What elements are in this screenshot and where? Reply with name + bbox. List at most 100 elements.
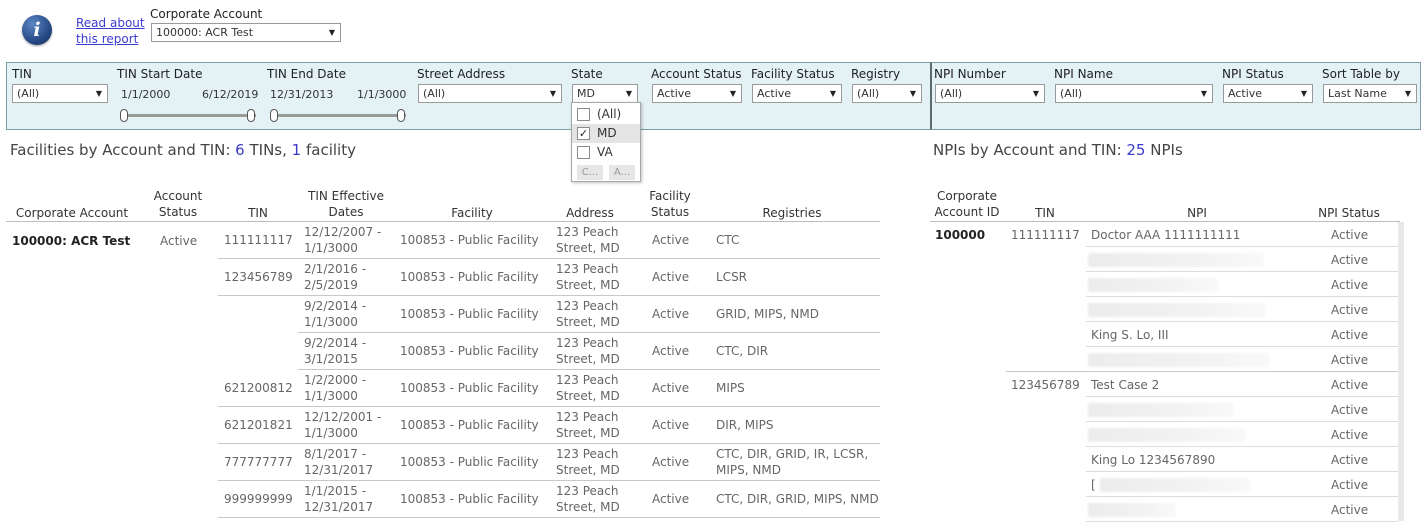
col-registries[interactable]: Registries <box>716 205 868 221</box>
checkbox-icon[interactable] <box>577 108 590 121</box>
state-option-all[interactable]: (All) <box>572 105 640 124</box>
corporate-account-select[interactable]: 100000: ACR Test ▼ <box>151 23 341 42</box>
facility-count: 1 <box>291 141 302 159</box>
redacted-npi <box>1088 428 1246 442</box>
tin-filter-value: (All) <box>17 87 40 100</box>
npi-status: Active <box>1331 228 1369 242</box>
facility-date-end: 2/5/2019 <box>304 278 358 292</box>
tin-end-slider-track[interactable] <box>274 114 406 117</box>
npi-name-select[interactable]: (All) ▼ <box>1055 84 1213 103</box>
npi-tin: 123456789 <box>1011 378 1080 392</box>
facility-registries-cont: MIPS, NMD <box>716 463 781 477</box>
street-address-select[interactable]: (All) ▼ <box>418 84 562 103</box>
col-address[interactable]: Address <box>556 205 624 221</box>
row-divider <box>1086 396 1398 397</box>
state-dropdown-button-1[interactable]: C... <box>577 165 603 180</box>
chevron-down-icon: ▼ <box>549 89 556 98</box>
facility-address-line2: Street, MD <box>556 278 620 292</box>
row-divider <box>1086 246 1398 247</box>
col-facility[interactable]: Facility <box>400 205 544 221</box>
npis-scrollbar[interactable] <box>1398 222 1404 521</box>
chevron-down-icon: ▼ <box>729 89 736 98</box>
state-select[interactable]: MD ▼ <box>572 84 638 103</box>
col-npi-tin[interactable]: TIN <box>1010 205 1080 221</box>
redacted-npi <box>1088 278 1218 292</box>
chevron-down-icon: ▼ <box>829 89 836 98</box>
checkmark-icon[interactable]: ✓ <box>577 127 590 140</box>
npi-status: Active <box>1331 478 1369 492</box>
facility-registries: CTC, DIR, GRID, MIPS, NMD <box>716 492 879 506</box>
chevron-down-icon: ▼ <box>1200 89 1207 98</box>
account-status-label: Account Status <box>651 67 742 81</box>
tin-end-slider-min-handle[interactable] <box>270 109 278 122</box>
npi-number-select[interactable]: (All) ▼ <box>935 84 1045 103</box>
sort-table-select[interactable]: Last Name ▼ <box>1323 84 1417 103</box>
facility-tin: 621201821 <box>224 418 293 432</box>
registry-select[interactable]: (All) ▼ <box>852 84 922 103</box>
state-dropdown-button-2[interactable]: A... <box>609 165 635 180</box>
info-icon[interactable]: i <box>22 15 52 45</box>
street-address-value: (All) <box>423 87 446 100</box>
facility-tin: 999999999 <box>224 492 293 506</box>
npi-status-select[interactable]: Active ▼ <box>1223 84 1313 103</box>
tin-start-slider-min-handle[interactable] <box>120 109 128 122</box>
facility-name: 100853 - Public Facility <box>400 381 539 395</box>
state-option-va[interactable]: VA <box>572 143 640 162</box>
col-corporate-account[interactable]: Corporate Account <box>10 205 134 221</box>
read-about-report-link[interactable]: Read about this report <box>76 15 146 47</box>
facility-address-line2: Street, MD <box>556 352 620 366</box>
npi-number-label: NPI Number <box>934 67 1006 81</box>
sort-table-value: Last Name <box>1328 87 1387 100</box>
facility-date-start: 9/2/2014 - <box>304 336 367 350</box>
tin-filter-select[interactable]: (All) ▼ <box>12 84 108 103</box>
facility-date-start: 2/1/2016 - <box>304 262 367 276</box>
npi-name: King S. Lo, III <box>1091 328 1169 342</box>
tin-end-date-label: TIN End Date <box>267 67 346 81</box>
street-address-label: Street Address <box>417 67 506 81</box>
registry-label: Registry <box>851 67 901 81</box>
facility-tin: 621200812 <box>224 381 293 395</box>
row-divider <box>298 369 880 370</box>
checkbox-icon[interactable] <box>577 146 590 159</box>
facility-status-select[interactable]: Active ▼ <box>752 84 842 103</box>
npi-name: Doctor AAA 1111111111 <box>1091 228 1241 242</box>
tin-start-slider-track[interactable] <box>124 114 256 117</box>
account-status-select[interactable]: Active ▼ <box>652 84 742 103</box>
facility-registries: MIPS <box>716 381 745 395</box>
tin-count: 6 <box>235 141 245 159</box>
npi-status-value: Active <box>1228 87 1263 100</box>
facility-registries: GRID, MIPS, NMD <box>716 307 819 321</box>
row-divider <box>1086 471 1398 472</box>
col-corporate-account-id[interactable]: Corporate Account ID <box>932 188 1002 220</box>
state-option-md[interactable]: ✓ MD <box>572 124 640 143</box>
chevron-down-icon: ▼ <box>909 89 916 98</box>
col-tin-effective-dates[interactable]: TIN Effective Dates <box>300 188 392 220</box>
facility-address-line1: 123 Peach <box>556 484 619 498</box>
col-facility-status[interactable]: Facility Status <box>642 188 698 220</box>
facility-date-end: 3/1/2015 <box>304 352 358 366</box>
facility-address-line2: Street, MD <box>556 463 620 477</box>
row-divider <box>1086 346 1398 347</box>
tin-end-slider-max-handle[interactable] <box>397 109 405 122</box>
row-divider <box>1086 296 1398 297</box>
chevron-down-icon: ▼ <box>1032 89 1039 98</box>
facility-date-start: 8/1/2017 - <box>304 447 367 461</box>
state-value: MD <box>577 87 595 100</box>
facility-date-end: 1/1/3000 <box>304 241 358 255</box>
col-npi[interactable]: NPI <box>1090 205 1304 221</box>
facility-registries: LCSR <box>716 270 748 284</box>
facility-address-line1: 123 Peach <box>556 299 619 313</box>
facility-tin: 111111117 <box>224 233 293 247</box>
tin-start-from: 1/1/2000 <box>121 88 171 101</box>
facility-status: Active <box>652 418 690 432</box>
registry-value: (All) <box>857 87 880 100</box>
facility-registries: DIR, MIPS <box>716 418 774 432</box>
col-npi-status[interactable]: NPI Status <box>1310 205 1388 221</box>
col-tin[interactable]: TIN <box>232 205 284 221</box>
facility-registries: CTC <box>716 233 740 247</box>
col-account-status[interactable]: Account Status <box>144 188 212 220</box>
npi-count: 25 <box>1126 141 1146 159</box>
tin-start-slider-max-handle[interactable] <box>247 109 255 122</box>
redacted-npi <box>1088 253 1264 267</box>
facility-date-start: 12/12/2007 - <box>304 225 382 239</box>
